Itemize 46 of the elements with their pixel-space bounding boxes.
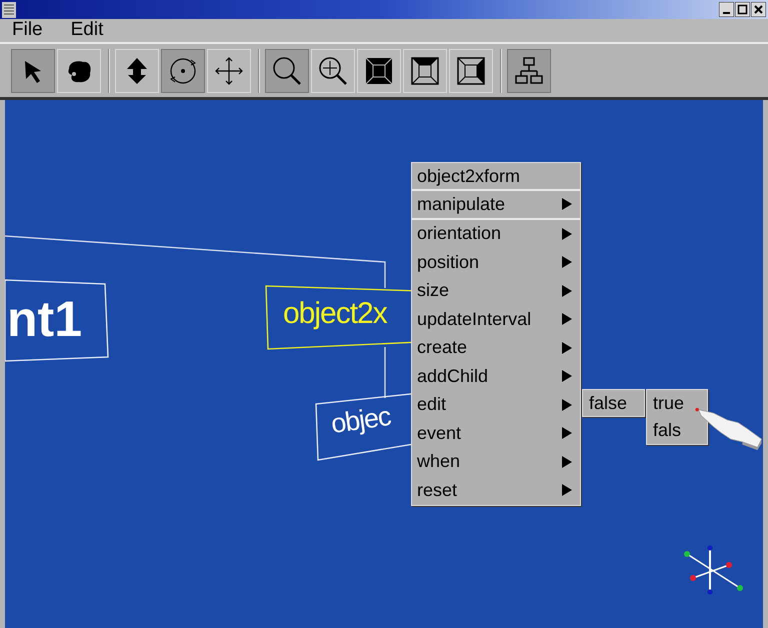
menu-item[interactable]: addChild xyxy=(412,362,580,390)
menu-item-label: when xyxy=(417,450,460,474)
menu-item-label: updateInterval xyxy=(417,308,532,331)
node-label[interactable]: objec xyxy=(329,403,392,438)
zoom-move-icon xyxy=(317,54,349,86)
axis-gizmo-icon xyxy=(684,546,743,594)
pointing-hand-cursor-icon xyxy=(695,408,762,450)
menu-item-label: event xyxy=(417,422,462,445)
hierarchy-icon xyxy=(513,54,545,86)
menu-item[interactable]: position xyxy=(412,248,580,276)
top-view-icon xyxy=(409,54,441,86)
search-icon xyxy=(271,54,303,86)
tool-button[interactable] xyxy=(11,48,55,92)
menu-item-label: reset xyxy=(417,478,458,502)
maximize-icon[interactable] xyxy=(735,2,750,17)
connector-line xyxy=(384,347,386,398)
node-label[interactable]: object2x xyxy=(283,299,387,329)
menu-item-label: create xyxy=(417,336,468,360)
tool-button[interactable] xyxy=(265,48,309,92)
menu-item-label: orientation xyxy=(417,222,502,246)
menu-item[interactable]: when xyxy=(412,448,580,476)
menu-item-label: position xyxy=(417,250,480,274)
menu-item[interactable]: reset xyxy=(412,476,580,504)
menu-item-label: manipulate xyxy=(417,192,506,216)
menu-item[interactable]: size xyxy=(412,276,580,305)
menu-item-label: addChild xyxy=(417,364,488,388)
minimize-icon[interactable] xyxy=(719,2,734,17)
menu-item[interactable]: false xyxy=(583,390,644,416)
close-icon[interactable] xyxy=(751,2,766,17)
move-arrows-icon xyxy=(213,54,245,86)
menu-item[interactable]: orientation xyxy=(412,220,580,248)
menu-item[interactable]: File xyxy=(12,16,43,45)
side-view-icon xyxy=(455,54,487,86)
menu-item[interactable]: Edit xyxy=(70,16,104,45)
tool-button[interactable] xyxy=(161,48,205,92)
menu-item[interactable]: fals xyxy=(647,417,707,444)
menu-item[interactable]: updateInterval xyxy=(412,305,580,334)
menu-item[interactable]: true xyxy=(647,390,707,417)
menu-item[interactable]: event xyxy=(412,419,580,448)
menu-item[interactable]: create xyxy=(412,334,580,362)
menu-item[interactable]: edit xyxy=(412,390,580,419)
node-label[interactable]: nt1 xyxy=(7,294,82,344)
tool-button[interactable] xyxy=(507,48,551,92)
menu-item-label: size xyxy=(417,279,450,302)
window-menu-icon[interactable] xyxy=(2,2,16,18)
menu-item-label: edit xyxy=(417,393,446,416)
